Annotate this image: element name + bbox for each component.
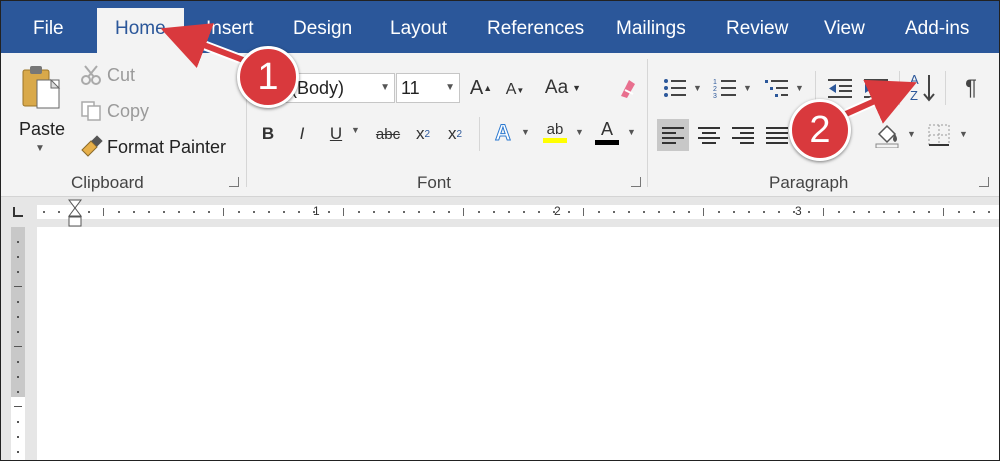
annotation-arrows <box>160 23 917 124</box>
word-window: File Home Insert Design Layout Reference… <box>0 0 1000 461</box>
callout-badge-2: 2 <box>789 99 851 161</box>
callout-badge-1: 1 <box>237 46 299 108</box>
